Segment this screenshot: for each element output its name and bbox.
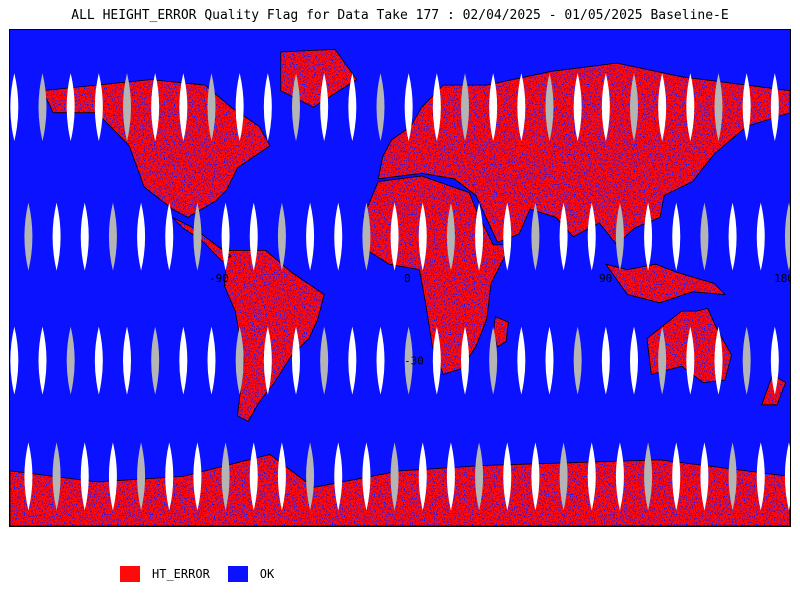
legend-label-ht-error: HT_ERROR: [152, 567, 210, 581]
graticule-label: 0: [404, 272, 411, 285]
legend-item-ht-error: HT_ERROR: [120, 566, 210, 582]
legend-swatch-ok: [227, 566, 248, 582]
map-title: ALL HEIGHT_ERROR Quality Flag for Data T…: [71, 8, 729, 23]
map-canvas: -90 0 90 180 -30: [10, 30, 790, 526]
legend-item-ok: OK: [227, 566, 275, 582]
legend: HT_ERROR OK: [120, 565, 292, 583]
legend-label-ok: OK: [259, 567, 275, 581]
graticule-label: -30: [404, 355, 424, 368]
graticule-label: 90: [599, 272, 612, 285]
world-map[interactable]: -90 0 90 180 -30: [9, 29, 791, 527]
legend-swatch-ht-error: [120, 566, 140, 582]
graticule-label: -90: [209, 272, 229, 285]
graticule-label: 180: [774, 272, 790, 285]
